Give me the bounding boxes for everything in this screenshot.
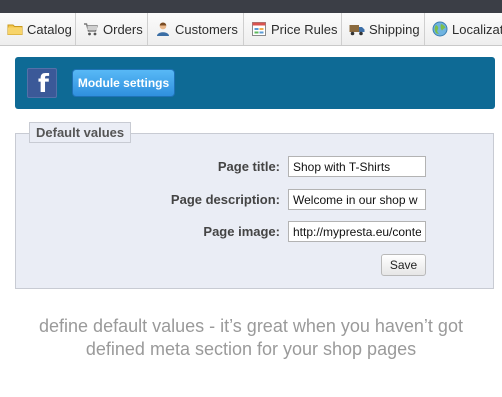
facebook-logo-letter: f bbox=[38, 69, 49, 98]
tab-catalog[interactable]: Catalog bbox=[0, 13, 76, 45]
page-description-label: Page description: bbox=[170, 192, 280, 207]
cart-icon bbox=[83, 21, 99, 37]
page-description-input[interactable] bbox=[288, 189, 426, 210]
module-toolbar: f Module settings bbox=[15, 57, 495, 109]
globe-icon bbox=[432, 21, 448, 37]
facebook-icon: f bbox=[27, 68, 57, 98]
tab-label: Customers bbox=[175, 21, 238, 37]
page-image-label: Page image: bbox=[203, 224, 280, 239]
caption-line-1: define default values - it’s great when … bbox=[39, 316, 463, 336]
page-title-label: Page title: bbox=[217, 159, 280, 174]
tab-customers[interactable]: Customers bbox=[148, 13, 244, 45]
tab-label: Price Rules bbox=[271, 21, 338, 37]
folder-icon bbox=[7, 21, 23, 37]
tab-label: Shipping bbox=[369, 21, 420, 37]
tab-orders[interactable]: Orders bbox=[76, 13, 148, 45]
tab-label: Localizati bbox=[452, 21, 502, 37]
module-settings-button[interactable]: Module settings bbox=[72, 69, 175, 97]
fieldset-legend: Default values bbox=[29, 122, 132, 143]
tab-label: Orders bbox=[103, 21, 143, 37]
page-image-input[interactable] bbox=[288, 221, 426, 242]
caption-line-2: defined meta section for your shop pages bbox=[85, 339, 417, 359]
tab-label: Catalog bbox=[27, 21, 72, 37]
tab-localization[interactable]: Localizati bbox=[425, 13, 502, 45]
tab-price-rules[interactable]: Price Rules bbox=[244, 13, 342, 45]
price-rules-icon bbox=[251, 21, 267, 37]
save-button[interactable]: Save bbox=[381, 254, 426, 276]
caption: define default values - it’s great when … bbox=[0, 315, 502, 361]
admin-tab-bar: Catalog Orders Customers Price Rules Shi… bbox=[0, 13, 502, 46]
top-dark-bar bbox=[0, 0, 502, 13]
page-title-input[interactable] bbox=[288, 156, 426, 177]
customer-icon bbox=[155, 21, 171, 37]
truck-icon bbox=[349, 21, 365, 37]
tab-shipping[interactable]: Shipping bbox=[342, 13, 425, 45]
